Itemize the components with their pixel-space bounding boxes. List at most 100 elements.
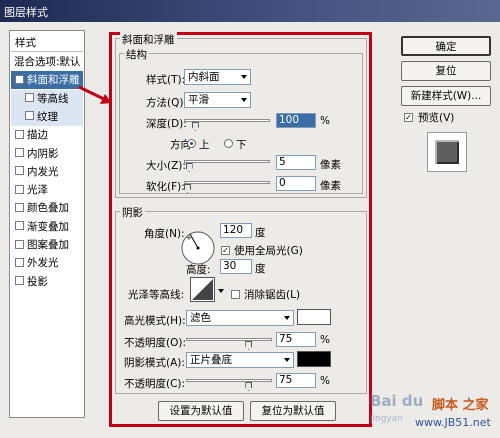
window-title: 图层样式 xyxy=(4,6,48,19)
svg-text:+: + xyxy=(186,234,192,242)
bevel-title: 斜面和浮雕 xyxy=(120,32,177,47)
global-light-label: 使用全局光(G) xyxy=(234,245,303,257)
style-item-label: 混合选项:默认 xyxy=(14,56,81,68)
style-item-label: 颜色叠加 xyxy=(27,202,69,215)
style-item-checkbox[interactable] xyxy=(15,257,24,267)
style-item-label: 渐变叠加 xyxy=(27,220,69,233)
style-item[interactable]: 外发光 xyxy=(11,254,83,272)
style-item-label: 斜面和浮雕 xyxy=(27,74,80,87)
style-item[interactable]: 内发光 xyxy=(11,163,83,181)
soften-label: 软化(F): xyxy=(146,181,185,193)
style-item-label: 等高线 xyxy=(37,92,69,105)
style-item[interactable]: 图案叠加 xyxy=(11,236,83,254)
style-item-label: 纹理 xyxy=(37,110,58,123)
gloss-contour-picker[interactable] xyxy=(190,277,226,303)
size-unit: 像素 xyxy=(320,159,341,171)
altitude-label: 高度: xyxy=(186,264,211,276)
highlight-opacity-unit: % xyxy=(320,334,330,346)
altitude-input[interactable]: 30 xyxy=(220,259,252,274)
ok-button[interactable]: 确定 xyxy=(401,36,491,56)
new-style-button[interactable]: 新建样式(W)... xyxy=(401,86,491,106)
angle-unit: 度 xyxy=(255,227,266,239)
angle-dial[interactable]: + xyxy=(180,230,216,266)
highlight-mode-select[interactable]: 滤色 xyxy=(186,310,294,326)
style-item-checkbox[interactable] xyxy=(15,202,24,212)
style-label: 样式(T): xyxy=(146,74,186,86)
style-item-label: 投影 xyxy=(27,275,48,288)
soften-slider-track[interactable] xyxy=(184,181,270,184)
style-item-label: 光泽 xyxy=(27,184,48,197)
highlight-mode-label: 高光模式(H): xyxy=(124,315,186,327)
global-light-checkbox[interactable]: ✓ xyxy=(221,244,230,257)
direction-up-label: 上 xyxy=(199,139,210,151)
shading-title: 阴影 xyxy=(120,205,145,220)
shadow-mode-select[interactable]: 正片叠底 xyxy=(186,352,294,368)
size-input[interactable]: 5 xyxy=(276,155,316,170)
style-item-checkbox[interactable] xyxy=(15,221,24,231)
styles-header[interactable]: 样式 xyxy=(11,34,83,52)
style-item[interactable]: ✓ 斜面和浮雕 xyxy=(11,71,83,90)
angle-label: 角度(N): xyxy=(144,228,185,240)
reset-button[interactable]: 复位 xyxy=(401,61,491,81)
preview-thumbnail xyxy=(427,132,467,172)
reset-default-button[interactable]: 复位为默认值 xyxy=(250,401,336,421)
style-item[interactable]: 等高线 xyxy=(11,89,83,108)
direction-down-radio[interactable] xyxy=(224,139,233,148)
style-item-label: 内发光 xyxy=(27,165,59,178)
style-item[interactable]: 颜色叠加 xyxy=(11,199,83,217)
highlight-color-swatch[interactable] xyxy=(297,309,331,325)
gloss-contour-label: 光泽等高线: xyxy=(128,289,185,301)
angle-input[interactable]: 120 xyxy=(220,223,252,238)
highlight-opacity-input[interactable]: 75 xyxy=(276,332,316,347)
style-item-checkbox[interactable] xyxy=(15,166,24,176)
structure-title: 结构 xyxy=(124,47,149,62)
shadow-mode-label: 阴影模式(A): xyxy=(124,357,185,369)
shadow-opacity-track[interactable] xyxy=(186,379,272,382)
title-bar xyxy=(0,0,500,22)
style-select[interactable]: 内斜面 xyxy=(184,69,251,85)
style-item-checkbox[interactable] xyxy=(15,184,24,194)
preview-checkbox[interactable]: ✓ xyxy=(404,111,413,124)
direction-up-radio[interactable] xyxy=(187,139,196,148)
watermark-url: www.JB51.net xyxy=(415,416,491,429)
style-item-checkbox[interactable] xyxy=(15,129,24,139)
style-item[interactable]: 描边 xyxy=(11,126,83,144)
soften-input[interactable]: 0 xyxy=(276,176,316,191)
style-item[interactable]: 投影 xyxy=(11,273,83,291)
style-item-checkbox[interactable] xyxy=(25,93,34,103)
depth-slider-track[interactable] xyxy=(184,119,270,122)
style-item-checkbox[interactable] xyxy=(15,239,24,249)
highlight-opacity-label: 不透明度(O): xyxy=(124,337,186,349)
style-item[interactable]: 渐变叠加 xyxy=(11,218,83,236)
depth-input[interactable]: 100 xyxy=(276,113,316,128)
style-item-checkbox[interactable] xyxy=(25,111,34,121)
style-item-checkbox[interactable]: ✓ xyxy=(15,74,24,84)
antialias-checkbox[interactable] xyxy=(231,288,240,301)
preview-swatch xyxy=(435,140,459,164)
soften-unit: 像素 xyxy=(320,180,341,192)
watermark-jb51: 脚本 之家 xyxy=(432,398,489,413)
depth-label: 深度(D): xyxy=(146,118,187,130)
set-default-button[interactable]: 设置为默认值 xyxy=(158,401,244,421)
style-item[interactable]: 内阴影 xyxy=(11,145,83,163)
technique-label: 方法(Q): xyxy=(146,97,187,109)
styles-list: 样式 混合选项:默认 ✓ 斜面和浮雕等高线纹理描边内阴影内发光光泽颜色叠加渐变叠加图… xyxy=(9,30,85,418)
style-item[interactable]: 光泽 xyxy=(11,181,83,199)
technique-select[interactable]: 平滑 xyxy=(184,92,251,108)
shadow-color-swatch[interactable] xyxy=(297,351,331,367)
shadow-opacity-unit: % xyxy=(320,375,330,387)
preview-label: 预览(V) xyxy=(418,112,455,124)
style-item[interactable]: 混合选项:默认 xyxy=(11,53,83,71)
style-item-label: 外发光 xyxy=(27,257,59,270)
style-item-checkbox[interactable] xyxy=(15,148,24,157)
shadow-opacity-input[interactable]: 75 xyxy=(276,373,316,388)
style-item-label: 图案叠加 xyxy=(27,239,69,251)
highlight-opacity-track[interactable] xyxy=(186,338,272,341)
size-slider-track[interactable] xyxy=(184,160,270,163)
depth-unit: % xyxy=(320,115,330,127)
style-item-label: 内阴影 xyxy=(27,147,59,160)
direction-down-label: 下 xyxy=(236,139,247,151)
style-item[interactable]: 纹理 xyxy=(11,107,83,126)
style-item-checkbox[interactable] xyxy=(15,276,24,286)
style-item-label: 描边 xyxy=(27,129,48,142)
